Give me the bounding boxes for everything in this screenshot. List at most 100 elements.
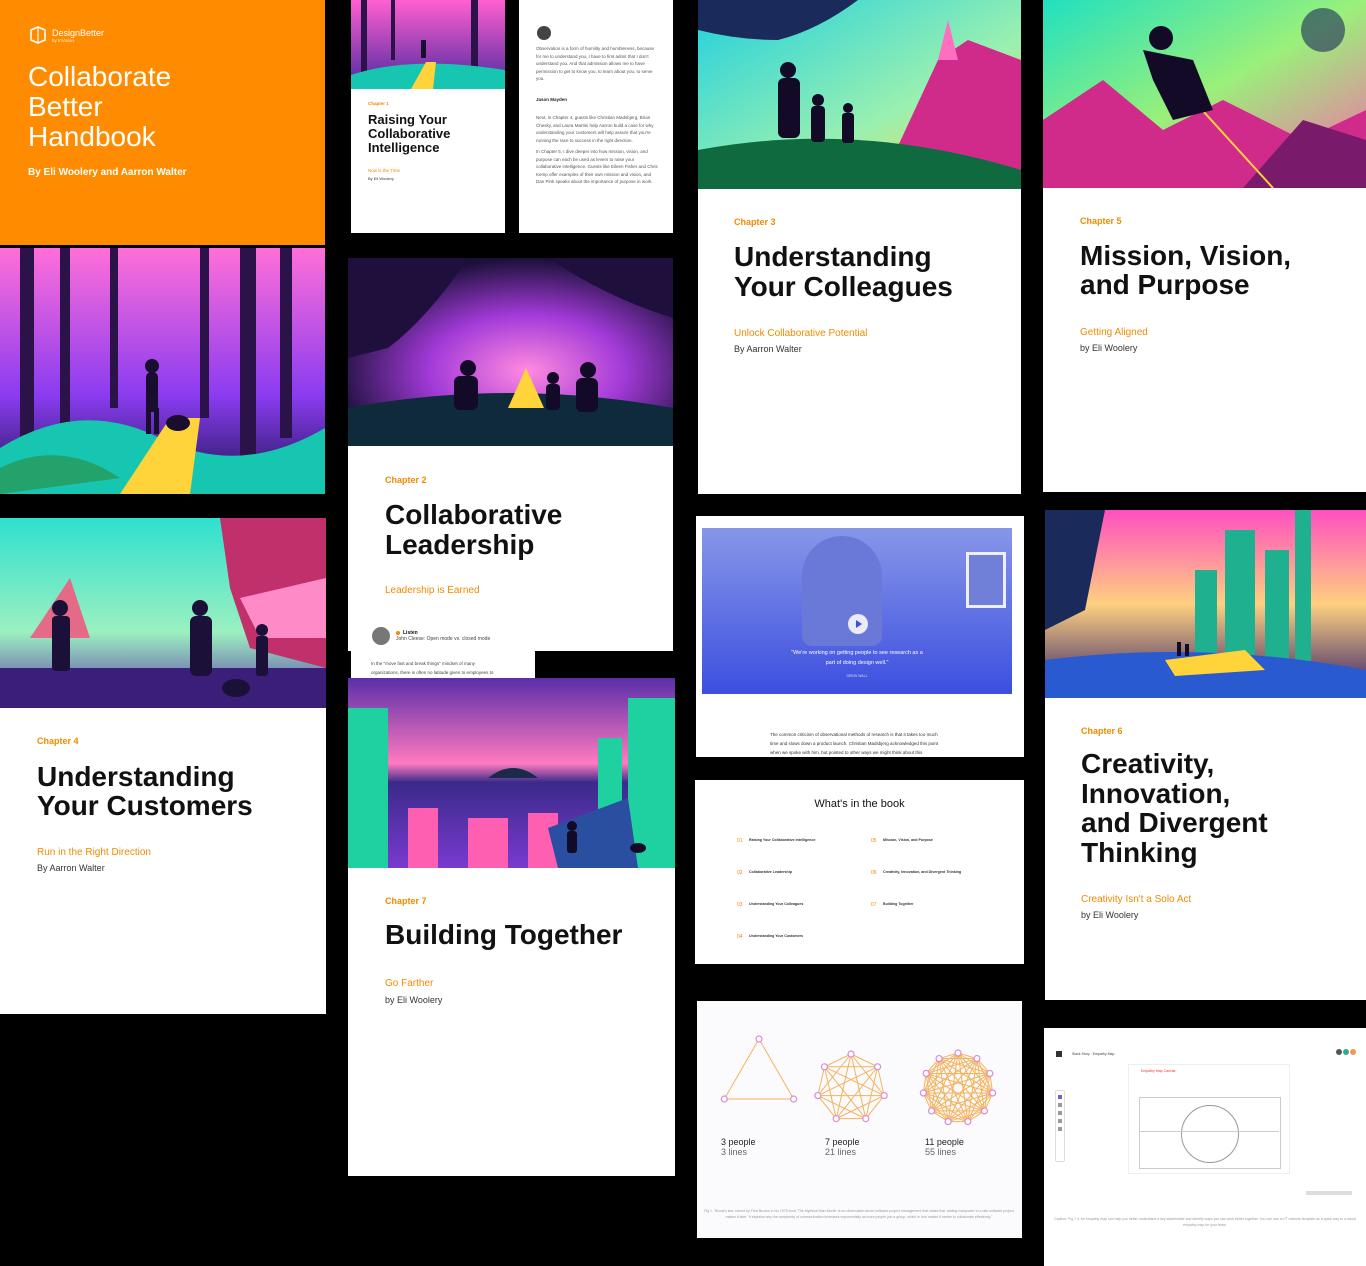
chapter-subtitle[interactable]: Leadership is Earned [385, 585, 480, 596]
sticky-tool-icon[interactable] [1058, 1127, 1062, 1131]
select-tool-icon[interactable] [1058, 1095, 1062, 1099]
network-group-label: 3 people 3 lines [721, 1137, 756, 1157]
chapter-subtitle[interactable]: Creativity Isn't a Solo Act [1081, 894, 1191, 905]
video-body-text: The common criticism of observational me… [770, 730, 938, 757]
chapter-3-card[interactable]: Chapter 3 Understanding Your Colleagues … [698, 0, 1021, 494]
forest-walker-illustration [0, 248, 325, 494]
chapter-subtitle[interactable]: Go Farther [385, 978, 433, 989]
chapter-title: Understanding Your Colleagues [734, 242, 953, 302]
chapter-2-card[interactable]: Chapter 2 Collaborative Leadership Leade… [348, 258, 673, 651]
chapter-title: Mission, Vision, and Purpose [1080, 241, 1291, 299]
chapter-title-line: Understanding [37, 761, 235, 792]
play-button[interactable] [848, 614, 868, 634]
chapter-byline: By Aarron Walter [734, 344, 802, 354]
toc-item-number: 04 [737, 934, 743, 940]
toc-item[interactable]: 04 Understanding Your Customers [737, 934, 857, 940]
shape-tool-icon[interactable] [1058, 1119, 1062, 1123]
listen-widget[interactable]: Listen John Cleese: Open mode vs. closed… [372, 627, 490, 645]
zoom-controls[interactable] [1306, 1191, 1352, 1195]
app-screenshot-card[interactable]: Slack Story · Empathy Map Empathy Map Ca… [1044, 1028, 1366, 1266]
chapter-byline: by Eli Woolery [385, 995, 443, 1005]
chapter-title-line: Mission, Vision, [1080, 240, 1292, 271]
brand-sub: by InVision [52, 37, 74, 43]
app-logo-icon [1056, 1051, 1062, 1057]
forest-path-illustration [351, 0, 505, 89]
chapter-3-art [698, 0, 1021, 189]
network-edge [723, 1038, 760, 1100]
chapter-byline: by Eli Woolery [1080, 343, 1138, 353]
quote-page-card[interactable]: Observation is a form of humility and hu… [519, 0, 673, 233]
toc-item-title: Building Together [883, 902, 914, 906]
chapter-4-card[interactable]: Chapter 4 Understanding Your Customers R… [0, 518, 326, 1014]
book-cover[interactable]: DesignBetter by InVision Collaborate Bet… [0, 0, 325, 245]
text-tool-icon[interactable] [1058, 1111, 1062, 1115]
chapter-7-card[interactable]: Chapter 7 Building Together Go Farther b… [348, 678, 675, 1176]
toc-item-title: Creativity, Innovation, and Divergent Th… [883, 870, 962, 874]
people-count-label: 3 people [721, 1137, 756, 1147]
toc-item[interactable]: 03 Understanding Your Colleagues [737, 902, 857, 908]
toc-item-number: 06 [871, 870, 877, 876]
pen-tool-icon[interactable] [1058, 1103, 1062, 1107]
cover-title-line: Handbook [28, 121, 156, 152]
toc-item[interactable]: 07 Building Together [871, 902, 991, 908]
brooks-law-card[interactable]: 3 people 3 lines 7 people 21 lines 11 people… [697, 1001, 1022, 1238]
cover-title-line: Collaborate [28, 61, 172, 92]
network-node [790, 1095, 798, 1103]
brand-name: DesignBetter [52, 27, 105, 38]
chapter-title-line: Intelligence [368, 140, 440, 155]
network-node [954, 1049, 962, 1057]
listen-dot-icon [396, 631, 400, 635]
cover-title-line: Better [28, 91, 103, 122]
chapter-title: Raising Your Collaborative Intelligence [368, 113, 450, 155]
toc-item-title: Understanding Your Customers [749, 934, 803, 938]
lines-count-label: 21 lines [825, 1147, 857, 1157]
colleagues-illustration [698, 0, 1021, 189]
people-count-label: 7 people [825, 1137, 860, 1147]
chapter-byline: By Aarron Walter [37, 863, 105, 873]
toc-item[interactable]: 05 Mission, Vision, and Purpose [871, 838, 991, 844]
network-group-label: 7 people 21 lines [825, 1137, 860, 1157]
chapter-subtitle[interactable]: Getting Aligned [1080, 327, 1148, 338]
toc-item-title: Collaborative Leadership [749, 870, 792, 874]
chapter-title: Creativity, Innovation, and Divergent Th… [1081, 749, 1268, 867]
chapter-6-card[interactable]: Chapter 6 Creativity, Innovation, and Di… [1045, 510, 1366, 1000]
chapter-subtitle[interactable]: Run in the Right Direction [37, 847, 151, 858]
collaborator-avatars [1336, 1049, 1356, 1055]
video-page-card[interactable]: "We're working on getting people to see … [696, 516, 1024, 757]
toc-title: What's in the book [814, 798, 905, 810]
network-node [862, 1115, 870, 1123]
video-quote-line: "We're working on getting people to see … [791, 650, 923, 656]
table-of-contents-card[interactable]: What's in the book 01 Raising Your Collab… [695, 780, 1024, 964]
cover-title: Collaborate Better Handbook [28, 62, 171, 152]
wall-frame [966, 552, 1006, 608]
chapter-1-card[interactable]: Chapter 1 Raising Your Collaborative Int… [351, 0, 505, 233]
empathy-map-board[interactable]: Empathy Map Canvas [1128, 1064, 1290, 1174]
avatar [537, 26, 551, 40]
tool-sidebar [1055, 1090, 1065, 1162]
chapter-subtitle[interactable]: Unlock Collaborative Potential [734, 328, 867, 339]
network-edge [824, 1066, 885, 1097]
network-node [973, 1054, 981, 1063]
listen-track: John Cleese: Open mode vs. closed mode [396, 636, 491, 642]
chapter-subtitle[interactable]: Now is the Time [368, 168, 400, 173]
chapter-7-art [348, 678, 675, 868]
toc-item[interactable]: 01 Raising Your Collaborative Intelligenc… [737, 838, 857, 844]
toc-item-title: Raising Your Collaborative Intelligence [749, 838, 816, 842]
chapter-5-card[interactable]: Chapter 5 Mission, Vision, and Purpose G… [1043, 0, 1366, 492]
toc-item[interactable]: 06 Creativity, Innovation, and Divergent … [871, 870, 991, 876]
network-node [980, 1107, 989, 1115]
chapter-label: Chapter 4 [37, 736, 79, 746]
network-node [989, 1089, 997, 1097]
network-edge [824, 1053, 852, 1068]
network-node [847, 1050, 855, 1058]
network-node [820, 1063, 829, 1071]
chapter-title-line: Leadership [385, 529, 535, 560]
video-player[interactable]: "We're working on getting people to see … [702, 528, 1012, 694]
body-text-line: when we spoke with him, but pointed to o… [770, 750, 923, 755]
video-speaker: DREW WALL [846, 674, 868, 678]
network-node [944, 1117, 952, 1126]
toc-item-number: 03 [737, 902, 743, 908]
toc-item[interactable]: 02 Collaborative Leadership [737, 870, 857, 876]
lines-count-label: 55 lines [925, 1147, 957, 1157]
quote-text: Observation is a form of humility and hu… [536, 46, 655, 81]
